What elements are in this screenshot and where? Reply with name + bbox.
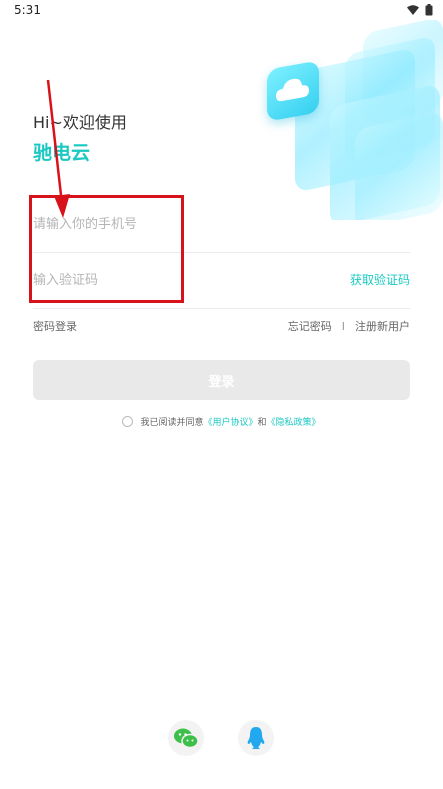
account-links: 忘记密码 I 注册新用户 xyxy=(288,318,410,334)
status-icons xyxy=(407,4,433,16)
agreement-prefix: 我已阅读并同意 xyxy=(140,418,204,428)
wechat-login-button[interactable] xyxy=(168,720,204,756)
forgot-password-link[interactable]: 忘记密码 xyxy=(288,318,332,334)
wechat-icon xyxy=(174,728,199,749)
agreement-and: 和 xyxy=(257,418,267,428)
link-separator: I xyxy=(341,319,345,333)
wifi-icon xyxy=(407,5,419,15)
qq-login-button[interactable] xyxy=(238,720,274,756)
cloud-tile xyxy=(267,60,319,122)
agreement-row: 我已阅读并同意 《用户协议》 和 《隐私政策》 xyxy=(0,415,443,428)
battery-icon xyxy=(425,4,433,16)
user-agreement-link[interactable]: 《用户协议》 xyxy=(203,415,257,428)
register-link[interactable]: 注册新用户 xyxy=(355,318,410,334)
password-login-link[interactable]: 密码登录 xyxy=(33,318,77,334)
status-time: 5:31 xyxy=(14,3,41,17)
get-code-button[interactable]: 获取验证码 xyxy=(350,271,410,288)
cloud-icon xyxy=(276,78,309,102)
annotation-arrow xyxy=(46,79,70,218)
qq-icon xyxy=(247,727,265,749)
hero-illustration xyxy=(255,20,443,220)
agreement-checkbox[interactable] xyxy=(122,416,134,427)
privacy-policy-link[interactable]: 《隐私政策》 xyxy=(267,415,321,428)
links-row: 密码登录 忘记密码 I 注册新用户 xyxy=(33,318,410,336)
status-bar: 5:31 xyxy=(0,0,443,22)
login-button[interactable]: 登录 xyxy=(33,360,410,400)
